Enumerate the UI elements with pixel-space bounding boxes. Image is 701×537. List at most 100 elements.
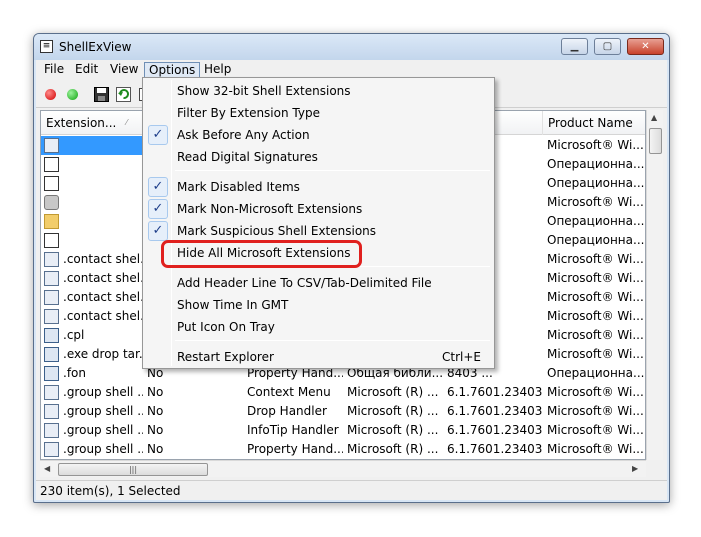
close-button[interactable]: ✕ [627,38,664,55]
cell-product-name: Операционна... [547,366,645,380]
row-extension-name: .group shell ... [63,385,143,399]
cell-col-2: No [147,385,164,399]
menu-item-add-header-line-to-csv-tab-delimited-file[interactable]: Add Header Line To CSV/Tab-Delimited Fil… [145,272,492,294]
menu-item-mark-disabled-items[interactable]: ✓ Mark Disabled Items [145,176,492,198]
horizontal-scroll-thumb[interactable]: ||| [58,463,208,476]
menu-item-label: Put Icon On Tray [177,320,275,334]
cell-col-4: Microsoft (R) ... [347,442,439,456]
checkmark-icon: ✓ [148,221,168,241]
cell-extension: contact-icon .contact shel... [41,288,143,307]
checkmark-icon: ✓ [148,199,168,219]
folder-icon: folder-icon [44,214,59,229]
menu-item-put-icon-on-tray[interactable]: Put Icon On Tray [145,316,492,338]
scroll-right-icon[interactable]: ▶ [632,464,638,473]
cell-extension: drive-icon [41,193,143,212]
cell-extension: file-icon [41,155,143,174]
cell-col-2: No [147,423,164,437]
menu-file[interactable]: File [40,62,68,79]
cell-product-name: Операционна... [547,214,645,228]
menu-item-read-digital-signatures[interactable]: Read Digital Signatures [145,146,492,168]
cpl-icon: cpl-icon [44,328,59,343]
menu-item-label: Read Digital Signatures [177,150,318,164]
column-header-product-name[interactable]: Product Name [543,111,645,135]
cell-extension: cpl-icon .cpl [41,326,143,345]
vertical-scroll-thumb[interactable] [649,128,662,154]
menu-item-show-time-in-gmt[interactable]: Show Time In GMT [145,294,492,316]
cell-product-name: Microsoft® Wi... [547,271,644,285]
cell-col-3: Context Menu [247,385,331,399]
row-extension-name: .group shell ... [63,404,143,418]
menu-separator [175,340,490,341]
enable-items-button[interactable] [63,85,81,103]
red-dot-icon [44,88,56,100]
minimize-button[interactable]: ▁ [561,38,588,55]
cell-col-3: InfoTip Handler [247,423,339,437]
menu-separator [175,170,490,171]
cell-extension: file-icon [41,174,143,193]
status-bar: 230 item(s), 1 Selected [36,480,667,500]
cell-product-name: Операционна... [547,233,645,247]
drop-target-icon: drop-target-icon [44,347,59,362]
vertical-scrollbar[interactable]: ▲ [646,110,663,460]
cell-col-2: No [147,404,164,418]
cell-product-name: Операционна... [547,157,645,171]
menu-item-shortcut: Ctrl+E [442,350,481,364]
menu-item-mark-suspicious-shell-extensions[interactable]: ✓ Mark Suspicious Shell Extensions [145,220,492,242]
table-row[interactable]: group-shell-icon .group shell ... No Drop H… [41,402,645,421]
cell-col-3: Drop Handler [247,404,327,418]
table-row[interactable]: group-shell-icon .group shell ... No Proper… [41,440,645,459]
selected-blank-icon: selected-blank-icon [44,138,59,153]
row-extension-name: .contact shel... [63,290,143,304]
maximize-button[interactable]: ▢ [594,38,621,55]
menu-item-restart-explorer[interactable]: Restart Explorer Ctrl+E [145,346,492,368]
menu-item-mark-non-microsoft-extensions[interactable]: ✓ Mark Non-Microsoft Extensions [145,198,492,220]
menu-item-filter-by-extension-type[interactable]: Filter By Extension Type [145,102,492,124]
menu-item-show-32-bit-shell-extensions[interactable]: Show 32-bit Shell Extensions [145,80,492,102]
window-title: ShellExView [59,40,132,54]
cell-extension: contact-icon .contact shel... [41,307,143,326]
scroll-left-icon[interactable]: ◀ [44,464,50,473]
menu-item-label: Mark Suspicious Shell Extensions [177,224,377,238]
cell-product-name: Microsoft® Wi... [547,404,644,418]
floppy-disk-icon [93,86,109,102]
row-extension-name: .contact shel... [63,309,143,323]
cell-product-name: Microsoft® Wi... [547,442,644,456]
cell-col-5: 6.1.7601.23403 ... [447,404,543,418]
menu-edit[interactable]: Edit [71,62,102,79]
cell-product-name: Microsoft® Wi... [547,328,644,342]
horizontal-scrollbar[interactable]: ◀ ||| ▶ [40,460,646,477]
contact-icon: contact-icon [44,252,59,267]
row-extension-name: .fon [63,366,86,380]
menu-item-ask-before-any-action[interactable]: ✓ Ask Before Any Action [145,124,492,146]
table-row[interactable]: group-shell-icon .group shell ... No Contex… [41,383,645,402]
menu-item-label: Ask Before Any Action [177,128,310,142]
cell-product-name: Microsoft® Wi... [547,290,644,304]
cell-extension: contact-icon .contact shel... [41,250,143,269]
menu-item-label: Filter By Extension Type [177,106,320,120]
menu-view[interactable]: View [106,62,142,79]
menu-item-label: Mark Disabled Items [177,180,300,194]
save-button[interactable] [92,85,110,103]
group-shell-icon: group-shell-icon [44,442,59,457]
cell-product-name: Microsoft® Wi... [547,195,644,209]
row-extension-name: .group shell ... [63,442,143,456]
title-bar[interactable]: ≡ ShellExView ▁ ▢ ✕ [34,34,669,60]
disable-items-button[interactable] [41,85,59,103]
menu-item-label: Mark Non-Microsoft Extensions [177,202,363,216]
green-dot-icon [66,88,78,100]
column-header-extension[interactable]: Extension... ⁄ [41,111,143,135]
cell-col-5: 6.1.7601.23403 ... [447,423,543,437]
cell-extension: group-shell-icon .group shell ... [41,383,143,402]
cell-extension: group-shell-icon .group shell ... [41,402,143,421]
cell-product-name: Операционна... [547,176,645,190]
checkmark-icon: ✓ [148,177,168,197]
menu-item-label: Add Header Line To CSV/Tab-Delimited Fil… [177,276,432,290]
table-row[interactable]: group-shell-icon .group shell ... No InfoTi… [41,421,645,440]
status-text: 230 item(s), 1 Selected [40,484,181,498]
cell-extension: folder-icon [41,212,143,231]
group-shell-icon: group-shell-icon [44,385,59,400]
scroll-up-icon[interactable]: ▲ [651,113,657,122]
font-file-icon: font-file-icon [44,366,59,381]
refresh-button[interactable] [114,85,132,103]
cell-extension: group-shell-icon .group shell ... [41,440,143,459]
